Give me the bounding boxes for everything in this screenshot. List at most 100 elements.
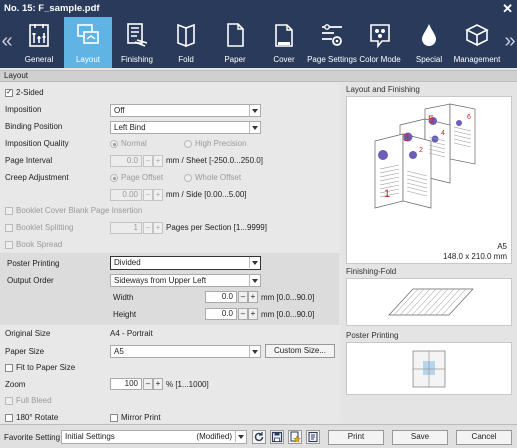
tab-label: Color Mode [359, 55, 401, 64]
cancel-button[interactable]: Cancel [456, 430, 512, 445]
tab-management[interactable]: Management [451, 17, 503, 68]
whole-offset-radio[interactable] [184, 174, 192, 182]
document-info-button[interactable] [306, 430, 320, 444]
tab-label: Management [453, 55, 501, 64]
favorite-star-button[interactable] [288, 430, 302, 444]
page-interval-input[interactable]: 0.0 [110, 155, 142, 167]
footer-bar: Favorite Setting Initial Settings (Modif… [0, 424, 517, 448]
two-sided-checkbox[interactable]: ✓ [5, 89, 13, 97]
poster-printing-select[interactable]: Divided [110, 256, 261, 270]
general-icon [29, 24, 49, 47]
chevron-down-icon [249, 346, 260, 357]
page-offset-radio[interactable] [110, 174, 118, 182]
page-interval-unit: mm / Sheet [-250.0...250.0] [166, 156, 263, 165]
height-increment[interactable]: + [248, 308, 258, 320]
layout-preview-image: 1 3 5 2 4 6 [374, 103, 476, 209]
height-decrement[interactable]: – [238, 308, 248, 320]
normal-radio[interactable] [110, 140, 118, 148]
custom-size-button[interactable]: Custom Size... [265, 344, 335, 358]
layout-settings-panel: ✓ 2-Sided Imposition Off Binding Positio… [0, 83, 339, 423]
binding-position-value: Left Bind [114, 123, 146, 132]
tab-fold[interactable]: Fold [162, 17, 210, 68]
poster-printing-label: Poster Printing [7, 259, 60, 268]
layout-icon [77, 24, 99, 44]
mirror-print-label: Mirror Print [121, 413, 161, 422]
tab-general[interactable]: General [15, 17, 63, 68]
zoom-increment[interactable]: + [153, 378, 163, 390]
save-button[interactable]: Save [392, 430, 448, 445]
zoom-input[interactable]: 100 [110, 378, 142, 390]
width-input[interactable]: 0.0 [205, 291, 237, 303]
book-spread-checkbox[interactable] [5, 241, 13, 249]
chevron-down-icon [249, 122, 260, 133]
category-toolbar: « General Layout Finishing Fold Paper Co… [0, 17, 517, 68]
management-icon [465, 24, 489, 47]
save-favorite-button[interactable] [270, 430, 284, 444]
creep-increment[interactable]: + [153, 189, 163, 201]
rotate-180-checkbox[interactable] [5, 414, 13, 422]
booklet-splitting-input[interactable]: 1 [110, 222, 142, 234]
refresh-button[interactable] [252, 430, 266, 444]
output-order-label: Output Order [7, 276, 54, 285]
rotate-180-label: 180° Rotate [16, 413, 59, 422]
special-icon [422, 24, 436, 46]
width-increment[interactable]: + [248, 291, 258, 303]
scroll-left-icon[interactable]: « [0, 17, 14, 68]
section-title: Layout [4, 71, 29, 80]
close-icon[interactable]: ✕ [502, 0, 513, 17]
paper-size-value: A5 [114, 347, 124, 356]
page-number-1: 1 [384, 188, 390, 200]
binding-position-label: Binding Position [5, 122, 63, 131]
width-label: Width [113, 293, 134, 302]
creep-value-input[interactable]: 0.00 [110, 189, 142, 201]
cover-icon [275, 24, 293, 47]
high-precision-radio[interactable] [184, 140, 192, 148]
fit-to-paper-checkbox[interactable] [5, 364, 13, 372]
booklet-splitting-decrement[interactable]: – [143, 222, 153, 234]
paper-size-select[interactable]: A5 [110, 345, 261, 358]
mirror-print-checkbox[interactable] [110, 414, 118, 422]
tab-label: Finishing [120, 55, 153, 64]
window-title-bar: No. 15: F_sample.pdf ✕ [0, 0, 517, 17]
page-interval-decrement[interactable]: – [143, 155, 153, 167]
color-mode-icon [370, 24, 390, 48]
print-button[interactable]: Print [328, 430, 384, 445]
tab-cover[interactable]: Cover [260, 17, 308, 68]
original-size-label: Original Size [5, 329, 51, 338]
creep-decrement[interactable]: – [143, 189, 153, 201]
zoom-decrement[interactable]: – [143, 378, 153, 390]
tab-finishing[interactable]: Finishing [113, 17, 161, 68]
tab-layout[interactable]: Layout [64, 17, 112, 68]
width-decrement[interactable]: – [238, 291, 248, 303]
scroll-right-icon[interactable]: » [503, 17, 517, 68]
imposition-quality-label: Imposition Quality [5, 139, 69, 148]
page-number-4: 4 [441, 130, 445, 137]
booklet-cover-blank-checkbox[interactable] [5, 207, 13, 215]
poster-preview [346, 342, 512, 395]
tab-special[interactable]: Special [405, 17, 453, 68]
document-info-icon [308, 431, 318, 443]
favorite-setting-select[interactable]: Initial Settings (Modified) [61, 430, 247, 444]
chevron-down-icon [249, 105, 260, 116]
page-interval-increment[interactable]: + [153, 155, 163, 167]
paper-size-label: Paper Size [5, 347, 45, 356]
imposition-select[interactable]: Off [110, 104, 261, 117]
height-input[interactable]: 0.0 [205, 308, 237, 320]
full-bleed-checkbox[interactable] [5, 397, 13, 405]
tab-page-settings[interactable]: Page Settings [306, 17, 358, 68]
height-label: Height [113, 310, 137, 319]
tab-paper[interactable]: Paper [211, 17, 259, 68]
booklet-splitting-label: Booklet Splitting [16, 223, 74, 232]
page-number-6: 6 [467, 114, 471, 121]
tab-label: Cover [273, 55, 295, 64]
booklet-splitting-increment[interactable]: + [153, 222, 163, 234]
poster-preview-image [412, 350, 446, 388]
whole-offset-label: Whole Offset [195, 173, 242, 182]
booklet-splitting-checkbox[interactable] [5, 224, 13, 232]
chevron-down-icon [235, 431, 246, 442]
layout-preview: 1 3 5 2 4 6 A5 148.0 x 210.0 mm [346, 96, 512, 264]
fold-icon [177, 23, 195, 48]
output-order-select[interactable]: Sideways from Upper Left [110, 274, 261, 287]
binding-position-select[interactable]: Left Bind [110, 121, 261, 134]
tab-color-mode[interactable]: Color Mode [356, 17, 404, 68]
